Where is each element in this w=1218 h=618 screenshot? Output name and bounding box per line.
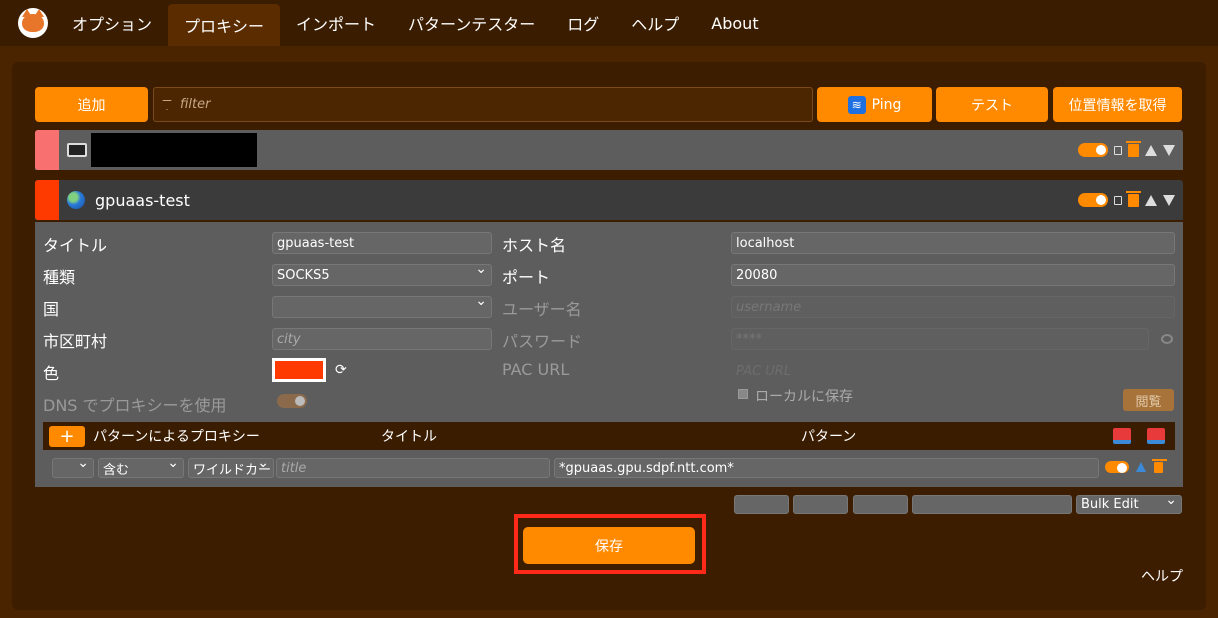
city-label: 市区町村 <box>43 332 108 351</box>
tab-help[interactable]: ヘルプ <box>615 0 695 46</box>
proxy-title-redacted <box>91 133 257 167</box>
proxy-color-bar <box>35 180 59 220</box>
proxy-enable-toggle[interactable] <box>1078 143 1108 157</box>
port-input[interactable]: 20080 <box>731 264 1175 286</box>
pattern-col-title: タイトル <box>381 429 437 445</box>
add-button[interactable]: 追加 <box>35 87 148 122</box>
bulk-field-2[interactable] <box>793 495 848 514</box>
proxy-row[interactable]: gpuaas-test <box>35 180 1183 220</box>
pattern-delete-icon[interactable] <box>1152 459 1167 473</box>
delete-icon[interactable] <box>1126 140 1141 157</box>
username-label: ユーザー名 <box>502 300 582 319</box>
move-down-icon[interactable] <box>1163 144 1175 156</box>
country-select[interactable] <box>272 293 492 318</box>
duplicate-icon[interactable] <box>1114 145 1122 155</box>
password-input[interactable]: **** <box>731 328 1149 350</box>
filter-placeholder: filter <box>180 97 211 112</box>
country-label: 国 <box>43 300 60 319</box>
bulk-field-1[interactable] <box>734 495 789 514</box>
pattern-type-select[interactable]: ワイルドカー <box>188 455 274 478</box>
filter-icon <box>162 99 172 110</box>
browse-button[interactable]: 閲覧 <box>1123 389 1174 411</box>
duplicate-icon[interactable] <box>1114 195 1122 205</box>
monitor-icon <box>67 143 87 157</box>
proxy-title: gpuaas-test <box>95 190 190 210</box>
ping-label: Ping <box>871 96 902 113</box>
tab-pattern-tester[interactable]: パターンテスター <box>392 0 551 46</box>
reset-color-icon[interactable]: ⟳ <box>335 362 347 378</box>
username-input[interactable]: username <box>731 296 1175 318</box>
tab-log[interactable]: ログ <box>551 0 615 46</box>
export-icon[interactable] <box>1147 428 1165 444</box>
type-label: 種類 <box>43 268 76 287</box>
type-select[interactable]: SOCKS5 <box>272 261 492 286</box>
pattern-include-select[interactable]: 含む <box>98 455 184 478</box>
tab-proxies[interactable]: プロキシー <box>168 4 281 46</box>
import-icon[interactable] <box>1113 428 1131 444</box>
title-label: タイトル <box>43 236 108 255</box>
save-button[interactable]: 保存 <box>523 527 695 564</box>
pac-url-label: PAC URL <box>502 360 570 379</box>
help-link[interactable]: ヘルプ <box>1141 566 1183 586</box>
color-label: 色 <box>43 364 60 383</box>
move-down-icon[interactable] <box>1163 194 1175 206</box>
host-input[interactable]: localhost <box>731 232 1175 254</box>
delete-icon[interactable] <box>1126 190 1141 207</box>
bulk-edit-select[interactable]: Bulk Edit <box>1076 492 1182 514</box>
ping-button[interactable]: ≋ Ping <box>817 87 932 122</box>
password-label: パスワード <box>502 332 583 351</box>
pattern-enable-toggle[interactable] <box>1105 461 1129 473</box>
get-location-button[interactable]: 位置情報を取得 <box>1053 87 1182 122</box>
pattern-header-label: パターンによるプロキシー <box>93 429 260 445</box>
tab-import[interactable]: インポート <box>280 0 392 46</box>
pac-url-input[interactable]: PAC URL <box>731 360 1175 382</box>
pattern-input[interactable]: *gpuaas.gpu.sdpf.ntt.com* <box>554 458 1099 478</box>
proxy-detail: タイトル gpuaas-test 種類 SOCKS5 国 市区町村 city 色… <box>35 222 1183 487</box>
local-save-checkbox[interactable] <box>738 389 748 399</box>
move-up-icon[interactable] <box>1145 144 1157 156</box>
city-input[interactable]: city <box>272 328 492 350</box>
filter-input[interactable]: filter <box>153 87 813 122</box>
proxy-row[interactable] <box>35 130 1183 170</box>
bulk-field-4[interactable] <box>912 495 1072 514</box>
proxy-enable-toggle[interactable] <box>1078 193 1108 207</box>
pattern-title-input[interactable]: title <box>276 458 550 478</box>
move-up-icon[interactable] <box>1145 194 1157 206</box>
top-nav: オプション プロキシー インポート パターンテスター ログ ヘルプ About <box>0 0 1218 46</box>
globe-icon <box>67 191 85 209</box>
port-label: ポート <box>502 268 551 287</box>
dns-label: DNS でプロキシーを使用 <box>43 396 227 415</box>
pattern-col-pattern: パターン <box>801 429 857 445</box>
wifi-icon: ≋ <box>847 95 866 114</box>
show-password-icon[interactable] <box>1161 334 1173 344</box>
bulk-field-3[interactable] <box>853 495 908 514</box>
pattern-active-select[interactable] <box>52 455 94 478</box>
dns-toggle[interactable] <box>277 394 307 408</box>
title-input[interactable]: gpuaas-test <box>272 232 492 254</box>
tab-about[interactable]: About <box>695 0 774 46</box>
pattern-header: + パターンによるプロキシー タイトル パターン <box>43 422 1175 450</box>
add-pattern-button[interactable]: + <box>49 425 85 447</box>
proxy-color-bar <box>35 130 59 170</box>
host-label: ホスト名 <box>502 236 567 255</box>
proxies-panel: 追加 filter ≋ Ping テスト 位置情報を取得 gpuaas-test <box>12 62 1206 610</box>
tab-options[interactable]: オプション <box>56 0 168 46</box>
pattern-user-icon[interactable] <box>1136 462 1146 472</box>
foxyproxy-logo-icon <box>18 8 48 38</box>
color-picker[interactable] <box>272 358 326 382</box>
local-save-label: ローカルに保存 <box>755 389 853 405</box>
test-button[interactable]: テスト <box>936 87 1048 122</box>
